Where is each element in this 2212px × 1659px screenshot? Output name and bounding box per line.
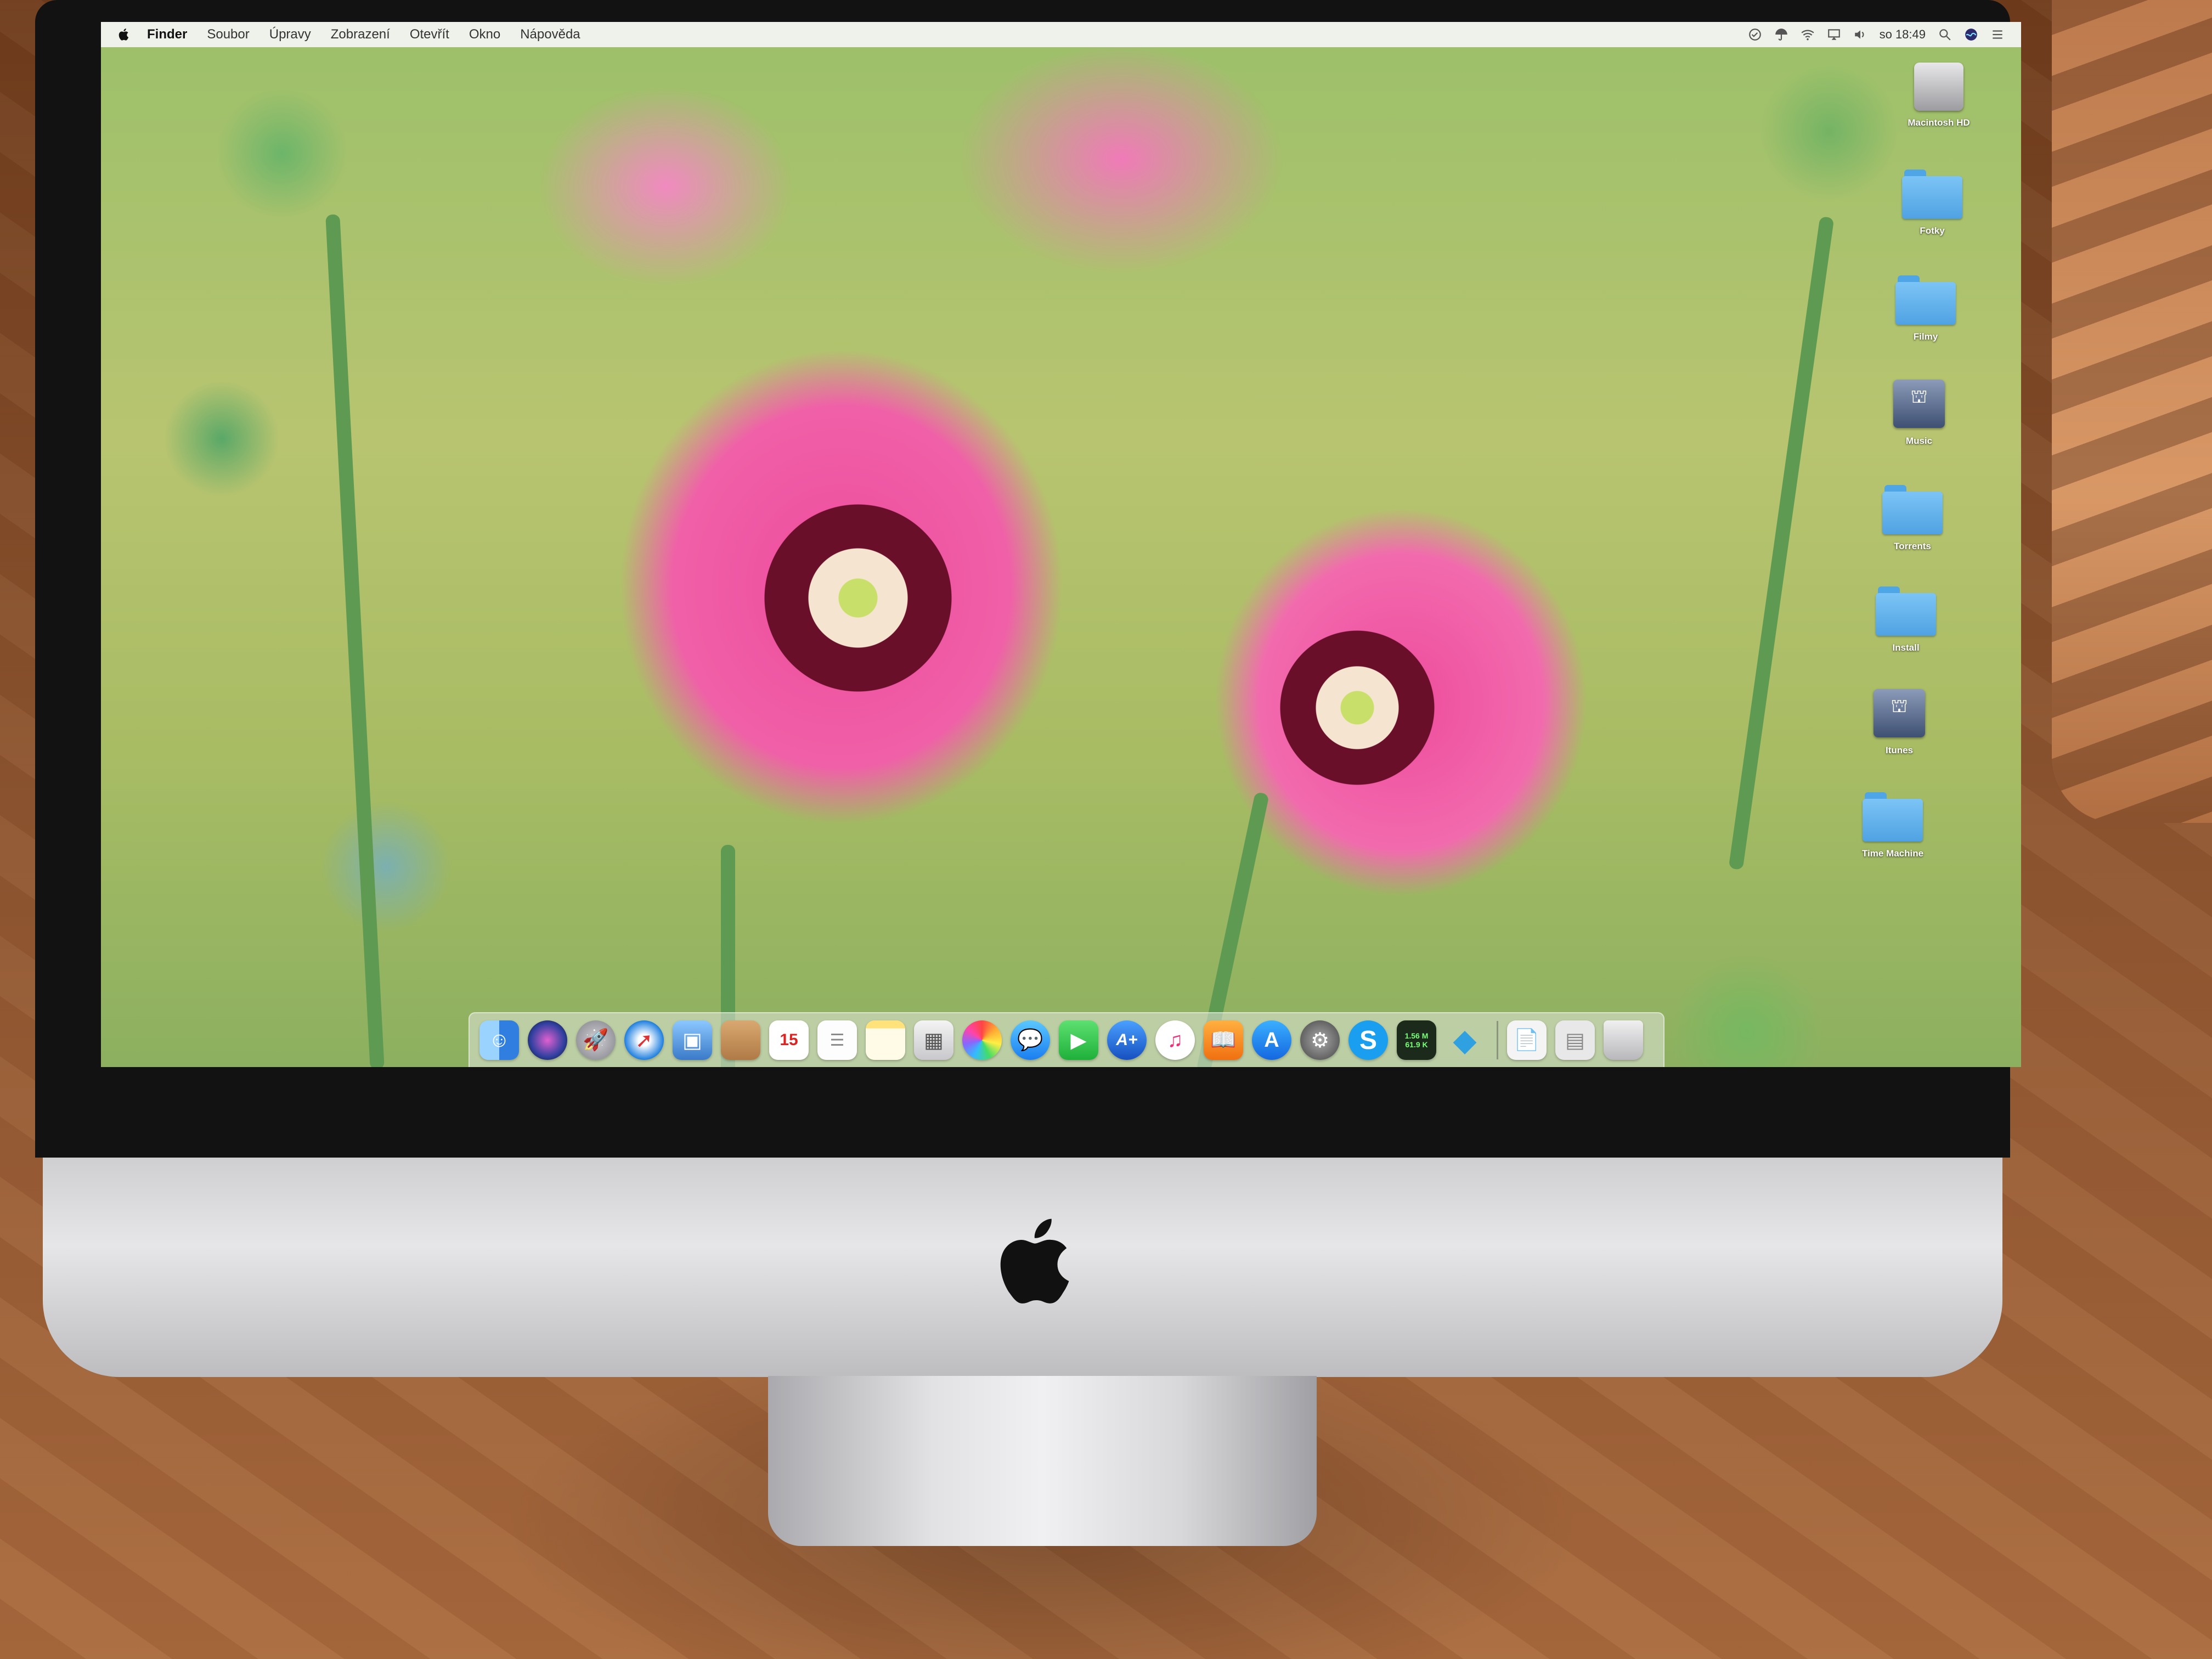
checkmark-status-icon[interactable]: [1748, 27, 1762, 42]
folder-icon: [1895, 273, 1956, 326]
dock-facetime-icon[interactable]: ▶: [1059, 1020, 1098, 1060]
desktop-icon-fotky[interactable]: Fotky: [1877, 167, 1987, 236]
dock-network-monitor-icon[interactable]: 1.56 M 61.9 K: [1397, 1020, 1436, 1060]
desktop-icon-label: Music: [1905, 436, 1933, 446]
folder-icon: [1902, 167, 1962, 220]
imac-chin: [43, 1158, 2002, 1377]
menu-zobrazeni[interactable]: Zobrazení: [331, 27, 390, 42]
dock-finder-icon[interactable]: ☺: [479, 1020, 519, 1060]
imac-bezel: Finder Soubor Úpravy Zobrazení Otevřít O…: [35, 0, 2021, 1158]
dock-preview-icon[interactable]: ▣: [673, 1020, 712, 1060]
desktop-screen: Finder Soubor Úpravy Zobrazení Otevřít O…: [101, 22, 2021, 1067]
menu-napoveda[interactable]: Nápověda: [520, 27, 580, 42]
dock-trash-icon[interactable]: [1604, 1020, 1643, 1060]
menu-app-finder[interactable]: Finder: [147, 27, 187, 42]
volume-icon[interactable]: [1853, 27, 1867, 42]
network-download-rate: 61.9 K: [1405, 1040, 1428, 1049]
dock-reminders-icon[interactable]: ☰: [817, 1020, 857, 1060]
desktop-icon-label: Macintosh HD: [1908, 117, 1970, 128]
dock-skype-icon[interactable]: S: [1348, 1020, 1388, 1060]
dock-notes-icon[interactable]: [866, 1020, 905, 1060]
desktop-icon-label: Time Machine: [1861, 848, 1924, 859]
desktop-icon-time-machine[interactable]: Time Machine: [1838, 790, 1948, 859]
dock-kodi-icon[interactable]: ◆: [1445, 1020, 1485, 1060]
wallpaper-stem: [325, 214, 385, 1067]
dock-downloads-stack-icon[interactable]: ▤: [1555, 1020, 1595, 1060]
dock: ☺ 🚀 ➚ ▣ 15 ☰ ▦ 💬 ▶ A+ ♫ 📖 A ⚙ S 1.56 M 6…: [469, 1012, 1664, 1067]
dock-contacts-icon[interactable]: [721, 1020, 760, 1060]
dock-app-store-icon[interactable]: A: [1252, 1020, 1291, 1060]
imac-stand: [768, 1376, 1317, 1546]
network-upload-rate: 1.56 M: [1404, 1031, 1429, 1040]
dock-messages-icon[interactable]: 💬: [1011, 1020, 1050, 1060]
menu-bar: Finder Soubor Úpravy Zobrazení Otevřít O…: [101, 22, 2021, 47]
wifi-icon[interactable]: [1801, 27, 1815, 42]
wallpaper-stem: [1728, 216, 1835, 870]
desktop-icon-label: Filmy: [1913, 331, 1938, 342]
umbrella-icon[interactable]: [1774, 27, 1788, 42]
folder-icon: [1876, 584, 1936, 637]
menu-okno[interactable]: Okno: [469, 27, 500, 42]
dock-photos-icon[interactable]: [962, 1020, 1002, 1060]
folder-icon: [1882, 483, 1943, 535]
desktop-icon-torrents[interactable]: Torrents: [1858, 483, 1967, 552]
desktop-icon-itunes[interactable]: ⛫ Itunes: [1844, 687, 1954, 756]
dock-photo-booth-icon[interactable]: ▦: [914, 1020, 953, 1060]
airplay-icon[interactable]: [1827, 27, 1841, 42]
dock-instruments-icon[interactable]: A+: [1107, 1020, 1147, 1060]
background-sofa: [2052, 0, 2212, 823]
menu-upravy[interactable]: Úpravy: [269, 27, 311, 42]
desktop-icon-label: Itunes: [1885, 745, 1914, 755]
dock-system-preferences-icon[interactable]: ⚙: [1300, 1020, 1340, 1060]
menu-soubor[interactable]: Soubor: [207, 27, 249, 42]
dock-safari-icon[interactable]: ➚: [624, 1020, 664, 1060]
notification-center-icon[interactable]: [1990, 27, 2005, 42]
menu-clock[interactable]: so 18:49: [1880, 27, 1926, 42]
apple-menu-icon[interactable]: [116, 27, 132, 42]
calendar-day-number: 15: [780, 1031, 798, 1049]
desktop-icon-label: Install: [1892, 642, 1920, 653]
network-volume-icon: ⛫: [1893, 380, 1945, 428]
desktop-icon-filmy[interactable]: Filmy: [1871, 273, 1980, 342]
menu-otevrit[interactable]: Otevřít: [410, 27, 449, 42]
dock-calendar-icon[interactable]: 15: [769, 1020, 809, 1060]
dock-itunes-icon[interactable]: ♫: [1155, 1020, 1195, 1060]
dock-launchpad-icon[interactable]: 🚀: [576, 1020, 616, 1060]
hard-drive-icon: [1914, 63, 1963, 111]
dock-document-icon[interactable]: 📄: [1507, 1020, 1547, 1060]
spotlight-search-icon[interactable]: [1938, 27, 1952, 42]
dock-separator: [1497, 1021, 1498, 1059]
network-volume-icon: ⛫: [1874, 689, 1925, 737]
menu-extras: so 18:49: [1748, 22, 2005, 47]
folder-icon: [1863, 790, 1923, 843]
dock-siri-icon[interactable]: [528, 1020, 567, 1060]
dock-ibooks-icon[interactable]: 📖: [1204, 1020, 1243, 1060]
apple-logo-icon: [1000, 1218, 1069, 1304]
desktop-icon-label: Torrents: [1894, 541, 1931, 551]
desktop-icon-install[interactable]: Install: [1851, 584, 1961, 653]
siri-icon[interactable]: [1964, 27, 1978, 42]
desktop-icon-macintosh-hd[interactable]: Macintosh HD: [1884, 59, 1994, 128]
desktop-icon-music[interactable]: ⛫ Music: [1864, 377, 1974, 447]
desktop-icon-label: Fotky: [1920, 225, 1945, 236]
